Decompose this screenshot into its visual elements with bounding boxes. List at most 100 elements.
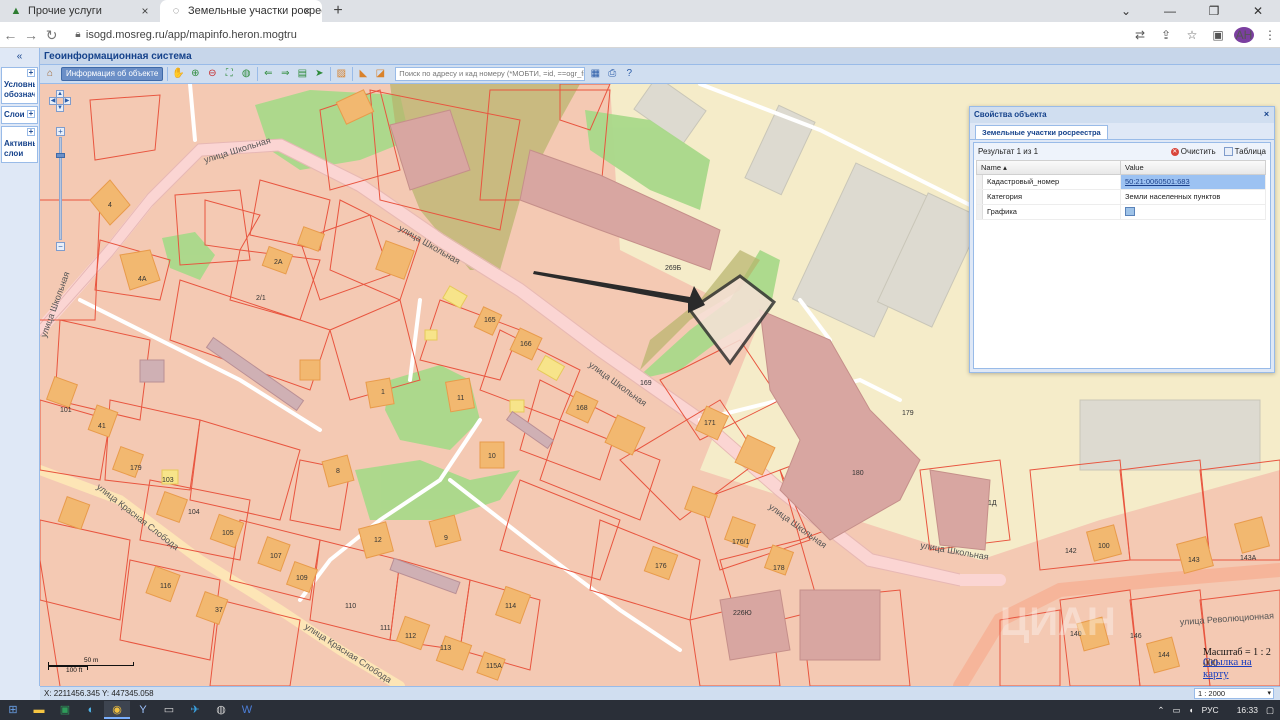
browser-tab-other-services[interactable]: ▲ Прочие услуги × xyxy=(0,0,160,22)
side-panel-icon[interactable]: ▣ xyxy=(1208,28,1228,42)
zoom-slider-handle[interactable] xyxy=(56,153,65,158)
next-view-icon[interactable]: ⇒ xyxy=(278,67,292,81)
reload-button[interactable]: ↻ xyxy=(41,24,62,46)
lock-icon[interactable]: 🔒︎ xyxy=(70,29,86,40)
pan-down-icon[interactable]: ▼ xyxy=(56,104,64,112)
close-window-button[interactable]: ✕ xyxy=(1236,0,1280,22)
table-row[interactable]: Категория Земли населенных пунктов xyxy=(976,190,1266,205)
result-count: Результат 1 из 1 xyxy=(978,147,1039,156)
pan-icon[interactable]: ✋ xyxy=(171,67,185,81)
browser-menu-icon[interactable]: ⋮ xyxy=(1260,28,1280,42)
search-input[interactable]: Поиск по адресу и кад номеру (*МОБТИ, =i… xyxy=(395,67,586,81)
browser-tab-land-plots[interactable]: ◌ Земельные участки росреестра × xyxy=(160,0,322,22)
measure-area-icon[interactable]: ▨ xyxy=(334,67,348,81)
search-options-icon[interactable]: ▦ xyxy=(588,67,602,81)
zoom-extent-icon[interactable]: ⛶ xyxy=(222,67,236,81)
scale-select[interactable]: 1 : 2000 xyxy=(1194,688,1274,699)
table-icon xyxy=(1223,147,1233,156)
translate-icon[interactable]: ⇄ xyxy=(1130,28,1150,42)
zoom-in-button[interactable]: + xyxy=(56,127,65,136)
collapse-panel-button[interactable]: « xyxy=(0,48,39,65)
zoom-out-box-icon[interactable]: ⊖ xyxy=(205,67,219,81)
tray-up-icon[interactable]: ⌃ xyxy=(1157,705,1164,716)
locate-icon[interactable]: ➤ xyxy=(312,67,326,81)
left-panel: « + Условные обозначения + Слои + Активн… xyxy=(0,48,40,686)
bookmark-star-icon[interactable]: ☆ xyxy=(1182,28,1202,42)
chrome-icon[interactable]: ◉ xyxy=(104,701,130,719)
word-icon[interactable]: W xyxy=(234,701,260,719)
zoom-in-box-icon[interactable]: ⊕ xyxy=(188,67,202,81)
expand-icon[interactable]: + xyxy=(27,69,35,77)
house-number: 176/1 xyxy=(732,539,750,546)
house-number: 142 xyxy=(1065,548,1077,555)
edge-icon[interactable]: ◐ xyxy=(78,701,104,719)
file-explorer-icon[interactable]: ▬ xyxy=(26,701,52,719)
profile-avatar[interactable]: АН xyxy=(1233,26,1254,43)
house-number: 113 xyxy=(440,645,451,652)
minimize-button[interactable]: — xyxy=(1148,0,1192,22)
forward-button[interactable]: → xyxy=(21,24,42,46)
house-number: 9 xyxy=(444,535,448,542)
house-number: 143А xyxy=(1240,555,1257,562)
active-layers-panel[interactable]: + Активные слои xyxy=(1,126,38,163)
previous-view-icon[interactable]: ⇐ xyxy=(261,67,275,81)
tab-search-icon[interactable]: ⌄ xyxy=(1104,0,1148,22)
share-icon[interactable]: ⇪ xyxy=(1156,28,1176,42)
print-icon[interactable]: ⎙ xyxy=(605,67,619,81)
telegram-icon[interactable]: ✈ xyxy=(182,701,208,719)
table-label: Таблица xyxy=(1234,147,1266,156)
tab-land-plots[interactable]: Земельные участки росреестра xyxy=(975,125,1108,139)
clear-button[interactable]: ✕ Очистить xyxy=(1170,147,1216,156)
house-number: 41 xyxy=(98,423,106,430)
row-value: Земли населенных пунктов xyxy=(1125,192,1221,201)
close-tab-icon[interactable]: × xyxy=(300,4,314,18)
notifications-icon[interactable]: ▢ xyxy=(1266,705,1274,716)
house-number: 12 xyxy=(374,537,382,544)
close-tab-icon[interactable]: × xyxy=(138,4,152,18)
ruler-icon[interactable]: ◣ xyxy=(356,67,370,81)
house-number: 115А xyxy=(486,663,502,670)
input-language[interactable]: РУС xyxy=(1202,705,1219,715)
geometry-icon[interactable] xyxy=(1125,207,1135,216)
measure-length-icon[interactable]: ▤ xyxy=(295,67,309,81)
object-properties-window: Свойства объекта × Земельные участки рос… xyxy=(969,106,1275,373)
start-icon[interactable]: ⊞ xyxy=(0,701,26,719)
table-button[interactable]: Таблица xyxy=(1223,147,1266,156)
globe-icon[interactable]: ◍ xyxy=(239,67,253,81)
pan-right-icon[interactable]: ▶ xyxy=(63,97,71,105)
clock[interactable]: 16:33 xyxy=(1237,705,1258,715)
close-icon[interactable]: × xyxy=(1262,110,1271,119)
expand-icon[interactable]: + xyxy=(27,128,35,136)
url-field[interactable]: 🔒︎ isogd.mosreg.ru/app/mapinfo.heron.mog… xyxy=(70,25,1124,45)
column-header-value[interactable]: Value xyxy=(1121,161,1265,174)
map-link[interactable]: Ссылка на карту xyxy=(1203,656,1280,680)
column-header-name[interactable]: Name ▴ xyxy=(977,161,1121,174)
object-info-button[interactable]: Информация об объекте xyxy=(61,67,164,81)
house-number: 37 xyxy=(215,607,223,614)
table-row[interactable]: Кадастровый_номер 50:21:0060501:683 xyxy=(976,175,1266,190)
photos-icon[interactable]: ▭ xyxy=(156,701,182,719)
draw-icon[interactable]: ◪ xyxy=(373,67,387,81)
home-icon[interactable]: ⌂ xyxy=(43,67,57,81)
back-button[interactable]: ← xyxy=(0,24,21,46)
yandex-icon[interactable]: Y xyxy=(130,701,156,719)
help-icon[interactable]: ? xyxy=(622,67,636,81)
house-number: 104 xyxy=(188,509,200,516)
table-row[interactable]: Графика xyxy=(976,205,1266,220)
legend-panel[interactable]: + Условные обозначения xyxy=(1,67,38,104)
expand-icon[interactable]: + xyxy=(27,110,35,118)
house-number: 144 xyxy=(1158,652,1170,659)
maximize-button[interactable]: ❐ xyxy=(1192,0,1236,22)
layers-panel[interactable]: + Слои xyxy=(1,106,38,124)
new-tab-button[interactable]: + xyxy=(326,0,350,22)
house-number: 11 xyxy=(457,395,464,402)
pan-control: ▲ ◀ ▶ ▼ xyxy=(49,90,71,112)
volume-icon[interactable]: ◖ xyxy=(1189,705,1194,715)
properties-toolbar: Результат 1 из 1 ✕ Очистить Таблица xyxy=(974,143,1270,160)
properties-title-bar[interactable]: Свойства объекта × xyxy=(970,107,1274,123)
network-icon[interactable]: ▭ xyxy=(1172,705,1180,716)
zoom-out-button[interactable]: − xyxy=(56,242,65,251)
cadastral-number-link[interactable]: 50:21:0060501:683 xyxy=(1125,177,1190,186)
app-icon[interactable]: ◍ xyxy=(208,701,234,719)
excel-icon[interactable]: ▣ xyxy=(52,701,78,719)
